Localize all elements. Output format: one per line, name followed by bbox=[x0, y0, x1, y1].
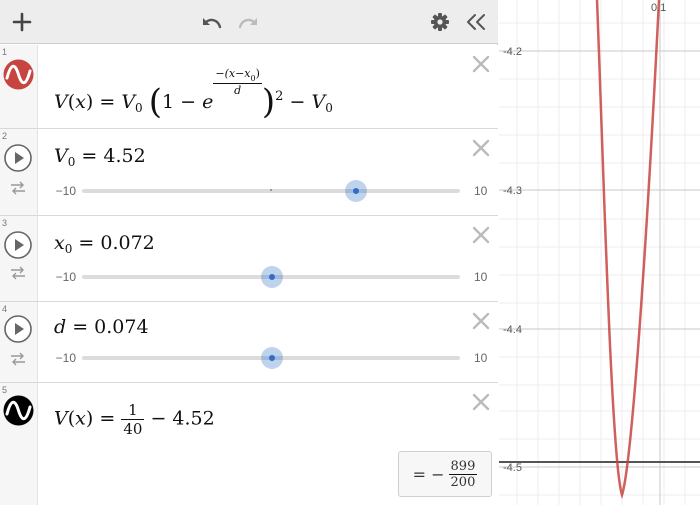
function-expression[interactable]: V(x) = V0 (1 − e −(x−x0) d)2 − V0 bbox=[54, 67, 333, 122]
y-tick-label: -4.4 bbox=[503, 324, 522, 336]
delete-expression-button[interactable] bbox=[470, 224, 492, 246]
row-gutter: 3 bbox=[0, 216, 38, 301]
slider-expression[interactable]: V0 = 4.52 bbox=[54, 145, 146, 169]
double-chevron-left-icon bbox=[467, 14, 485, 30]
delete-expression-button[interactable] bbox=[470, 137, 492, 159]
row-index: 2 bbox=[2, 131, 8, 141]
delete-expression-button[interactable] bbox=[470, 391, 492, 413]
row-index: 5 bbox=[2, 385, 8, 395]
expression-row[interactable]: 1 V(x) = V0 (1 − e −(x−x0) d)2 − V0 bbox=[0, 45, 498, 129]
play-icon[interactable] bbox=[3, 314, 33, 344]
expression-toolbar bbox=[0, 0, 498, 44]
row-index: 4 bbox=[2, 304, 8, 314]
settings-button[interactable] bbox=[426, 6, 454, 38]
d-slider[interactable]: −10 10 bbox=[46, 347, 496, 369]
loop-icon[interactable] bbox=[10, 266, 26, 280]
redo-icon bbox=[238, 18, 257, 29]
undo-button[interactable] bbox=[198, 6, 226, 38]
row-gutter: 1 bbox=[0, 45, 38, 128]
function-expression[interactable]: V(x) = 1 40 − 4.52 bbox=[54, 401, 215, 438]
row-index: 3 bbox=[2, 218, 8, 228]
y-tick-label: -4.2 bbox=[503, 46, 522, 58]
delete-expression-button[interactable] bbox=[470, 310, 492, 332]
wave-icon[interactable] bbox=[3, 59, 34, 90]
collapse-panel-button[interactable] bbox=[462, 6, 490, 38]
loop-icon[interactable] bbox=[10, 352, 26, 366]
slider-expression[interactable]: d = 0.074 bbox=[54, 316, 149, 338]
redo-button[interactable] bbox=[234, 6, 262, 38]
row-gutter: 5 bbox=[0, 383, 38, 505]
expression-panel: 1 V(x) = V0 (1 − e −(x−x0) d)2 − V0 2 V… bbox=[0, 0, 498, 505]
slider-thumb[interactable] bbox=[261, 266, 284, 288]
undo-icon bbox=[203, 18, 222, 29]
fraction: 1 40 bbox=[121, 401, 145, 438]
x0-slider[interactable]: −10 10 bbox=[46, 266, 496, 288]
x-tick-label: 0.1 bbox=[651, 2, 666, 14]
slider-thumb[interactable] bbox=[345, 180, 368, 202]
gear-icon bbox=[431, 13, 449, 31]
play-icon[interactable] bbox=[3, 143, 33, 173]
play-icon[interactable] bbox=[3, 230, 33, 260]
slider-thumb[interactable] bbox=[261, 347, 284, 369]
slider-row-d[interactable]: 4 d = 0.074 −10 10 bbox=[0, 302, 498, 383]
result-fraction: 899 200 bbox=[448, 458, 478, 490]
v0-slider[interactable]: −10 10 bbox=[46, 180, 496, 202]
slider-zero-mark bbox=[270, 189, 272, 191]
wave-icon[interactable] bbox=[3, 395, 34, 426]
slider-row-x0[interactable]: 3 x0 = 0.072 −10 10 bbox=[0, 216, 498, 302]
row-index: 1 bbox=[2, 47, 8, 57]
y-tick-label: -4.3 bbox=[503, 185, 522, 197]
row-gutter: 2 bbox=[0, 129, 38, 215]
row-gutter: 4 bbox=[0, 302, 38, 382]
add-item-button[interactable] bbox=[8, 6, 36, 38]
delete-expression-button[interactable] bbox=[470, 53, 492, 75]
graph-canvas[interactable]: -4.2 -4.3 -4.4 -4.5 0.1 bbox=[499, 0, 700, 505]
evaluation-result: = − 899 200 bbox=[398, 451, 492, 497]
y-tick-label: -4.5 bbox=[503, 462, 522, 474]
plus-icon bbox=[12, 12, 32, 32]
loop-icon[interactable] bbox=[10, 181, 26, 195]
slider-row-v0[interactable]: 2 V0 = 4.52 −10 10 bbox=[0, 129, 498, 216]
slider-expression[interactable]: x0 = 0.072 bbox=[54, 232, 155, 256]
exponent-fraction: −(x−x0) d bbox=[213, 67, 262, 97]
